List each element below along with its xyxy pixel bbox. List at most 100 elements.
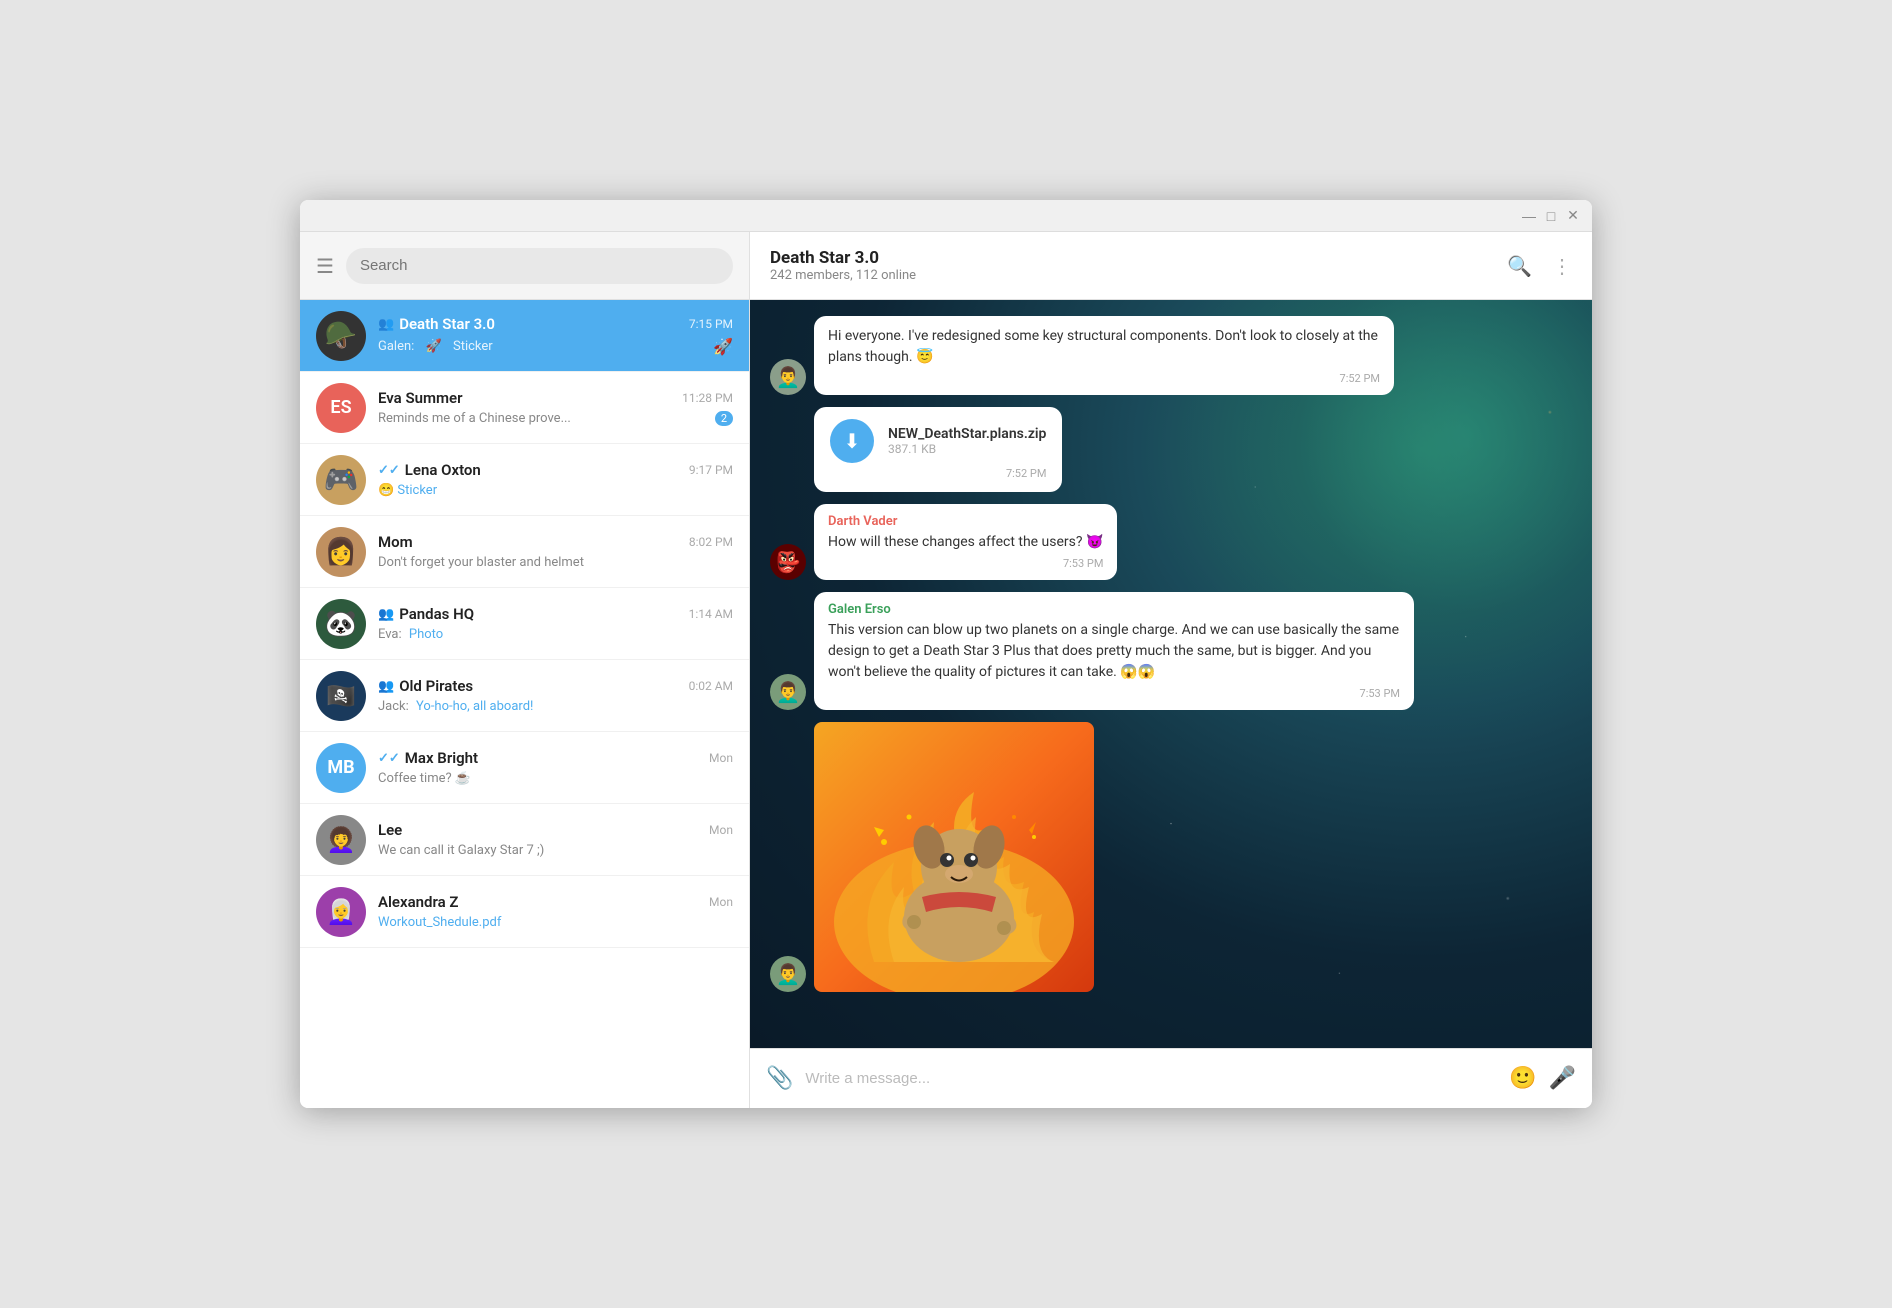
chat-name: 👥 Death Star 3.0 [378,315,495,333]
sender-name-vader: Darth Vader [828,514,1103,529]
chat-area: Death Star 3.0 242 members, 112 online 🔍… [750,232,1592,1108]
bubble-time: 7:52 PM [828,372,1380,385]
chat-item-death-star[interactable]: 🪖 👥 Death Star 3.0 7:15 PM Galen: 🚀 Stic… [300,300,749,372]
pinned-icon: 🚀 [713,337,733,356]
chat-name-row: Alexandra Z Mon [378,893,733,911]
chat-name: 👥 Pandas HQ [378,605,474,623]
chat-item-lena-oxton[interactable]: 🎮 ✓✓ Lena Oxton 9:17 PM 😁 Sticker [300,444,749,516]
bubble-time: 7:53 PM [828,687,1400,700]
attach-icon[interactable]: 📎 [766,1066,793,1091]
messages-content: 👨‍🦱 Hi everyone. I've redesigned some ke… [770,316,1572,992]
avatar-eva-summer: ES [316,383,366,433]
chat-item-mom[interactable]: 👩 Mom 8:02 PM Don't forget your blaster … [300,516,749,588]
chat-header-actions: 🔍 ⋮ [1507,254,1572,278]
chat-preview: Reminds me of a Chinese prove... 2 [378,411,733,426]
chat-item-pandas-hq[interactable]: 🐼 👥 Pandas HQ 1:14 AM Eva: Photo [300,588,749,660]
message-bubble-vader: Darth Vader How will these changes affec… [814,504,1117,580]
chat-preview: Workout_Shedule.pdf [378,915,733,930]
mic-icon[interactable]: 🎤 [1549,1066,1576,1091]
sticker-container [814,722,1094,992]
chat-name: ✓✓ Max Bright [378,749,478,767]
more-options-icon[interactable]: ⋮ [1552,254,1572,278]
chat-item-alexandra[interactable]: 👩‍🦳 Alexandra Z Mon Workout_Shedule.pdf [300,876,749,948]
group-icon: 👥 [378,679,394,694]
maximize-button[interactable]: □ [1544,209,1558,223]
chat-info-eva-summer: Eva Summer 11:28 PM Reminds me of a Chin… [378,389,733,426]
chat-info-mom: Mom 8:02 PM Don't forget your blaster an… [378,533,733,570]
sender-name-galen: Galen Erso [828,602,1400,617]
chat-preview: Eva: Photo [378,627,733,642]
message-bubble-file: ⬇ NEW_DeathStar.plans.zip 387.1 KB 7:52 … [814,407,1062,492]
message-bubble-galen: Galen Erso This version can blow up two … [814,592,1414,710]
chat-name-row: Lee Mon [378,821,733,839]
messages-container: 👨‍🦱 Hi everyone. I've redesigned some ke… [750,300,1592,1048]
chat-name: 👥 Old Pirates [378,677,473,695]
chat-time: 11:28 PM [682,391,733,405]
message-row-3: 👺 Darth Vader How will these changes aff… [770,504,1572,580]
chat-item-eva-summer[interactable]: ES Eva Summer 11:28 PM Reminds me of a C… [300,372,749,444]
emoji-icon[interactable]: 🙂 [1509,1066,1536,1091]
chat-name-row: 👥 Pandas HQ 1:14 AM [378,605,733,623]
read-check: ✓✓ [378,463,400,478]
sidebar-header: ☰ [300,232,749,300]
file-info: NEW_DeathStar.plans.zip 387.1 KB [888,426,1046,456]
sticker-image [814,722,1094,992]
chat-list: 🪖 👥 Death Star 3.0 7:15 PM Galen: 🚀 Stic… [300,300,749,1108]
chat-time: Mon [709,751,733,765]
chat-item-max-bright[interactable]: MB ✓✓ Max Bright Mon Coffee time? ☕ [300,732,749,804]
message-input[interactable] [805,1070,1497,1087]
message-bubble-1: Hi everyone. I've redesigned some key st… [814,316,1394,395]
chat-name: Lee [378,821,402,839]
chat-preview: Jack: Yo-ho-ho, all aboard! [378,699,733,714]
chat-preview: Don't forget your blaster and helmet [378,555,733,570]
chat-name-row: Eva Summer 11:28 PM [378,389,733,407]
chat-header: Death Star 3.0 242 members, 112 online 🔍… [750,232,1592,300]
bubble-text: How will these changes affect the users?… [828,532,1103,553]
avatar-max: MB [316,743,366,793]
file-size: 387.1 KB [888,442,1046,456]
file-download-icon[interactable]: ⬇ [830,419,874,463]
main-area: ☰ 🪖 👥 Death Star 3.0 [300,232,1592,1108]
chat-preview: Galen: 🚀 Sticker 🚀 [378,337,733,356]
chat-time: Mon [709,895,733,909]
minimize-button[interactable]: — [1522,209,1536,223]
chat-header-info: Death Star 3.0 242 members, 112 online [770,248,916,283]
search-chat-icon[interactable]: 🔍 [1507,254,1532,278]
message-row-sticker: 👨‍🦱 [770,722,1572,992]
group-icon: 👥 [378,607,394,622]
avatar-mom: 👩 [316,527,366,577]
chat-item-lee[interactable]: 👩‍🦱 Lee Mon We can call it Galaxy Star 7… [300,804,749,876]
chat-info-lee: Lee Mon We can call it Galaxy Star 7 ;) [378,821,733,858]
read-check: ✓✓ [378,751,400,766]
chat-name: Mom [378,533,413,551]
chat-info-max: ✓✓ Max Bright Mon Coffee time? ☕ [378,749,733,786]
bubble-text: Hi everyone. I've redesigned some key st… [828,326,1380,368]
bubble-text: This version can blow up two planets on … [828,620,1400,683]
message-row-2: ⬇ NEW_DeathStar.plans.zip 387.1 KB 7:52 … [814,407,1572,492]
chat-name-row: Mom 8:02 PM [378,533,733,551]
chat-name-row: 👥 Old Pirates 0:02 AM [378,677,733,695]
message-row-1: 👨‍🦱 Hi everyone. I've redesigned some ke… [770,316,1572,395]
msg-avatar-galen3: 👨‍🦱 [770,956,806,992]
avatar-alexandra: 👩‍🦳 [316,887,366,937]
search-box[interactable] [346,248,733,284]
chat-time: Mon [709,823,733,837]
chat-time: 0:02 AM [689,679,733,693]
file-attachment: ⬇ NEW_DeathStar.plans.zip 387.1 KB [830,419,1046,463]
chat-time: 7:15 PM [689,317,733,331]
chat-subtitle: 242 members, 112 online [770,268,916,283]
chat-title: Death Star 3.0 [770,248,916,268]
msg-avatar-galen2: 👨‍🦱 [770,674,806,710]
group-icon: 👥 [378,317,394,332]
msg-avatar-galen: 👨‍🦱 [770,359,806,395]
menu-icon[interactable]: ☰ [316,254,334,278]
chat-info-pirates: 👥 Old Pirates 0:02 AM Jack: Yo-ho-ho, al… [378,677,733,714]
bubble-time: 7:53 PM [828,557,1103,570]
chat-preview: Coffee time? ☕ [378,771,733,786]
search-input[interactable] [360,257,719,274]
close-button[interactable]: ✕ [1566,209,1580,223]
chat-name: ✓✓ Lena Oxton [378,461,481,479]
chat-item-old-pirates[interactable]: 🏴‍☠️ 👥 Old Pirates 0:02 AM Jack: Yo-ho-h… [300,660,749,732]
unread-badge: 2 [715,411,733,426]
chat-time: 1:14 AM [689,607,733,621]
